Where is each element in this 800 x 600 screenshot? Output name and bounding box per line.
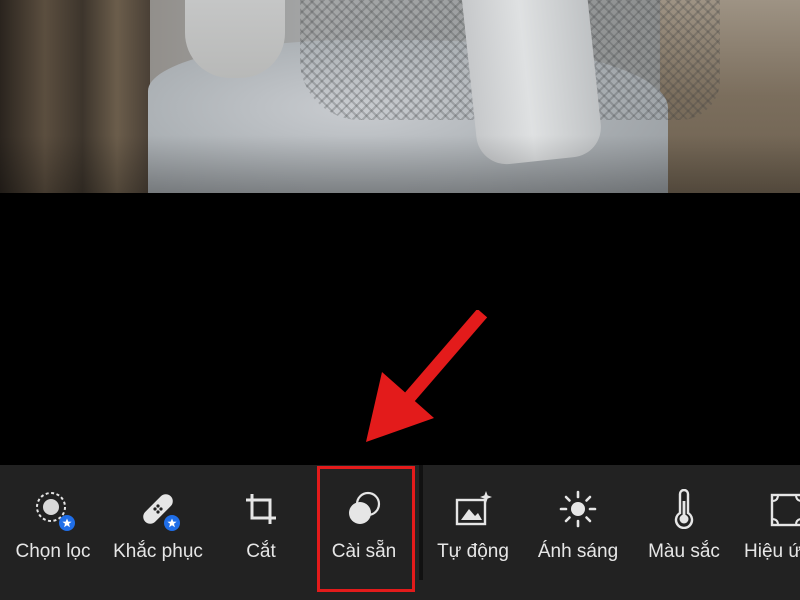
selective-icon (31, 487, 75, 531)
tool-label: Chọn lọc (15, 541, 91, 562)
crop-icon (239, 487, 283, 531)
tool-crop[interactable]: Cắt (230, 465, 292, 600)
annotation-arrow-icon (366, 310, 488, 442)
presets-highlight-box (317, 466, 415, 592)
premium-star-icon (59, 515, 75, 531)
tool-label: Cắt (246, 541, 276, 562)
premium-star-icon (164, 515, 180, 531)
tool-label: Ánh sáng (537, 541, 619, 562)
tool-label: Khắc phục (113, 541, 203, 562)
tool-light[interactable]: Ánh sáng (532, 465, 624, 600)
tool-selective[interactable]: Chọn lọc (12, 465, 94, 600)
tool-color[interactable]: Màu sắc (640, 465, 728, 600)
tool-effects[interactable]: Hiệu ứ (744, 465, 800, 600)
toolbar-divider (419, 465, 423, 580)
photo-preview (0, 0, 800, 193)
tool-auto[interactable]: Tự động (432, 465, 514, 600)
tool-label: Hiệu ứ (744, 541, 800, 562)
photo-shade (0, 0, 800, 193)
auto-enhance-icon (451, 487, 495, 531)
effects-icon (764, 487, 800, 531)
light-sun-icon (556, 487, 600, 531)
healing-bandage-icon (136, 487, 180, 531)
tool-healing[interactable]: Khắc phục (108, 465, 208, 600)
tool-label: Màu sắc (648, 541, 720, 562)
tool-label: Tự động (437, 541, 509, 562)
color-thermometer-icon (662, 487, 706, 531)
